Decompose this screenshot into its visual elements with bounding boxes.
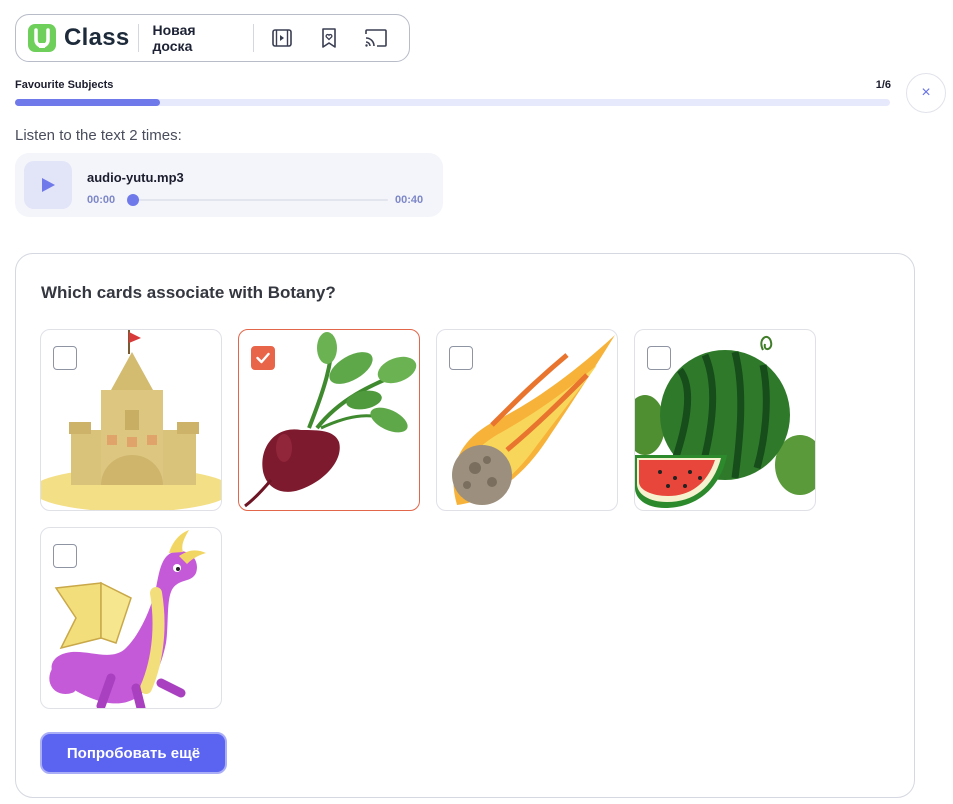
progress-header: Favourite Subjects 1/6: [15, 79, 891, 91]
card-meteor[interactable]: [436, 329, 618, 511]
seek-handle[interactable]: [127, 194, 139, 206]
seek-bar[interactable]: [133, 199, 388, 201]
card-watermelon[interactable]: [634, 329, 816, 511]
card-sandcastle[interactable]: [40, 329, 222, 511]
question-text: Which cards associate with Botany?: [41, 283, 336, 302]
audio-player: audio-yutu.mp3 00:00 00:40: [15, 153, 443, 217]
app-logo[interactable]: Class: [16, 15, 130, 61]
logo-icon: [28, 24, 56, 52]
card-beetroot[interactable]: [238, 329, 420, 511]
progress-bar: [15, 99, 890, 106]
instruction-text: Listen to the text 2 times:: [15, 127, 182, 144]
video-icon: [272, 29, 293, 47]
lesson-title: Favourite Subjects: [15, 79, 114, 91]
close-icon: ×: [921, 84, 931, 101]
card-checkbox-checked[interactable]: [251, 346, 275, 370]
play-icon: [42, 178, 55, 192]
progress-fill: [15, 99, 161, 106]
cast-button[interactable]: [362, 23, 391, 53]
app-name: Class: [64, 24, 130, 51]
cast-icon: [365, 29, 388, 47]
retry-button[interactable]: Попробовать ещё: [40, 732, 227, 774]
divider: [252, 24, 254, 52]
top-toolbar: Class Новая доска: [15, 14, 410, 62]
duration: 00:40: [395, 194, 424, 206]
card-checkbox[interactable]: [53, 544, 77, 568]
play-button[interactable]: [24, 161, 72, 209]
video-button[interactable]: [268, 23, 297, 53]
close-button[interactable]: ×: [906, 73, 946, 113]
bookmark-icon: [322, 28, 337, 48]
card-dragon[interactable]: [40, 527, 222, 709]
question-panel: Which cards associate with Botany? Попро…: [15, 253, 915, 798]
audio-file-name: audio-yutu.mp3: [87, 170, 184, 185]
card-checkbox[interactable]: [647, 346, 671, 370]
card-checkbox[interactable]: [449, 346, 473, 370]
divider: [137, 24, 139, 52]
progress-counter: 1/6: [875, 79, 891, 91]
new-board-button[interactable]: Новая доска: [153, 22, 237, 54]
bookmark-button[interactable]: [315, 23, 344, 53]
current-time: 00:00: [87, 194, 116, 206]
card-checkbox[interactable]: [53, 346, 77, 370]
check-icon: [256, 352, 270, 364]
